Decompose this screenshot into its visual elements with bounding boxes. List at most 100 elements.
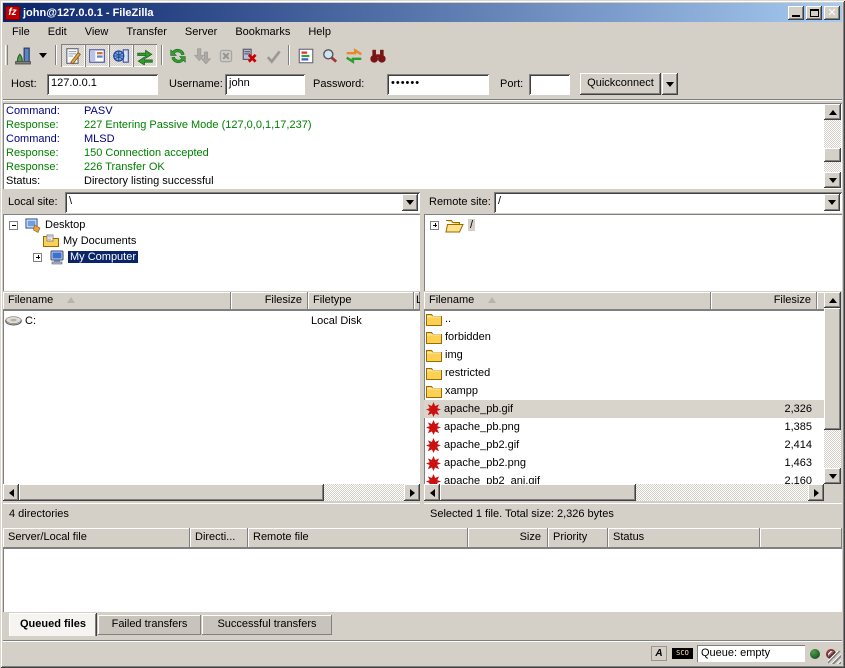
scroll-left-button[interactable] [3,484,19,501]
local-site-dropdown-button[interactable] [402,194,418,211]
scroll-thumb[interactable] [824,148,841,162]
column-header-filetype[interactable]: Filetype [308,292,414,310]
resize-grip[interactable] [828,651,841,664]
menu-bookmarks[interactable]: Bookmarks [226,24,299,40]
toggle-local-tree-button[interactable] [85,44,109,67]
tree-item-root[interactable]: / [424,217,475,233]
site-manager-dropdown-button[interactable] [36,44,50,67]
scroll-thumb[interactable] [824,308,841,430]
queue-status-text: Queue: empty [697,645,805,662]
column-header-filename[interactable]: Filename [424,292,711,310]
local-list-hscrollbar[interactable] [3,484,420,501]
remote-file-row[interactable]: apache_pb.png 1,385 [424,418,824,436]
filter-button[interactable] [294,44,318,67]
menu-server[interactable]: Server [176,24,226,40]
toggle-remote-tree-button[interactable] [109,44,133,67]
remote-file-row[interactable]: forbidden [424,328,824,346]
remote-file-row[interactable]: restricted [424,364,824,382]
username-input[interactable]: john [225,74,305,95]
log-scrollbar[interactable] [824,104,841,188]
file-name: apache_pb.gif [444,403,513,415]
scroll-up-button[interactable] [824,104,841,120]
scroll-track[interactable] [824,120,841,172]
column-header-server-local-file[interactable]: Server/Local file [3,528,190,548]
tree-item-label: My Computer [68,251,138,263]
remote-file-row[interactable]: apache_pb2_ani.gif 2,160 [424,472,824,484]
remote-site-combobox[interactable]: / [494,192,842,213]
refresh-button[interactable] [166,44,190,67]
remote-file-row[interactable]: apache_pb2.png 1,463 [424,454,824,472]
scroll-right-button[interactable] [404,484,420,501]
remote-list-header: Filename Filesize [424,292,824,310]
remote-list-vscrollbar[interactable] [824,292,841,484]
password-input[interactable]: •••••• [387,74,489,95]
toggle-log-button[interactable] [61,44,85,67]
column-header-direction[interactable]: Directi... [190,528,248,548]
column-header-remote-file[interactable]: Remote file [248,528,468,548]
tab-successful-transfers[interactable]: Successful transfers [202,615,332,635]
site-manager-button[interactable] [11,44,35,67]
file-name: apache_pb2.gif [444,439,519,451]
remote-file-row[interactable]: .. [424,310,824,328]
scroll-down-button[interactable] [824,468,841,484]
column-header-priority[interactable]: Priority [548,528,608,548]
port-input[interactable] [529,74,570,95]
local-directory-tree: Desktop My Documents My Computer [3,214,420,291]
maximize-button[interactable] [806,6,822,20]
local-file-row[interactable]: C: Local Disk [3,312,420,330]
file-size: 2,414 [714,439,812,451]
expand-icon[interactable] [430,221,439,230]
scroll-right-button[interactable] [808,484,824,501]
close-button[interactable]: ✕ [824,6,840,20]
menu-help[interactable]: Help [299,24,340,40]
column-header-filename[interactable]: Filename [3,292,231,310]
scroll-left-button[interactable] [424,484,440,501]
toolbar-grip[interactable] [5,45,8,65]
host-input[interactable]: 127.0.0.1 [47,74,158,95]
toggle-queue-button[interactable] [133,44,157,67]
remote-status-bar: Selected 1 file. Total size: 2,326 bytes [424,503,842,524]
remote-list-hscrollbar[interactable] [424,484,824,501]
column-header-filesize[interactable]: Filesize [231,292,308,310]
tree-item-my-computer[interactable]: My Computer [3,249,138,265]
reconnect-button[interactable] [262,44,286,67]
remote-site-dropdown-button[interactable] [824,194,840,211]
local-site-combobox[interactable]: \ [65,192,420,213]
remote-file-row[interactable]: img [424,346,824,364]
menu-file[interactable]: File [3,24,39,40]
menu-transfer[interactable]: Transfer [117,24,176,40]
find-files-button[interactable] [366,44,390,67]
sync-browsing-button[interactable] [342,44,366,67]
column-header-lastmodified[interactable]: L [414,292,420,310]
column-header-size[interactable]: Size [468,528,548,548]
cancel-button[interactable] [214,44,238,67]
quickconnect-button[interactable]: Quickconnect [580,73,661,95]
tree-item-my-documents[interactable]: My Documents [3,233,136,249]
quickconnect-dropdown-button[interactable] [662,73,678,95]
remote-file-row[interactable]: xampp [424,382,824,400]
menu-view[interactable]: View [76,24,118,40]
scroll-thumb[interactable] [19,484,324,501]
remote-file-row[interactable]: apache_pb2.gif 2,414 [424,436,824,454]
tab-queued-files[interactable]: Queued files [9,613,97,636]
column-header-filesize[interactable]: Filesize [711,292,817,310]
scroll-up-button[interactable] [824,292,841,308]
remote-file-row-selected[interactable]: apache_pb.gif 2,326 [424,400,824,418]
collapse-icon[interactable] [9,221,18,230]
tree-item-desktop[interactable]: Desktop [3,217,85,233]
minimize-button[interactable] [788,6,804,20]
remote-site-bar: Remote site: / [424,192,842,213]
tab-failed-transfers[interactable]: Failed transfers [98,615,201,635]
message-log: Command:PASV Response:227 Entering Passi… [3,103,842,189]
expand-icon[interactable] [33,253,42,262]
scroll-down-button[interactable] [824,172,841,188]
process-queue-button[interactable] [190,44,214,67]
disconnect-icon [241,47,259,65]
recv-led-indicator [810,649,820,659]
scroll-thumb[interactable] [440,484,636,501]
title-bar[interactable]: fz john@127.0.0.1 - FileZilla ✕ [3,3,842,22]
compare-button[interactable] [318,44,342,67]
disconnect-button[interactable] [238,44,262,67]
column-header-status[interactable]: Status [608,528,760,548]
menu-edit[interactable]: Edit [39,24,76,40]
